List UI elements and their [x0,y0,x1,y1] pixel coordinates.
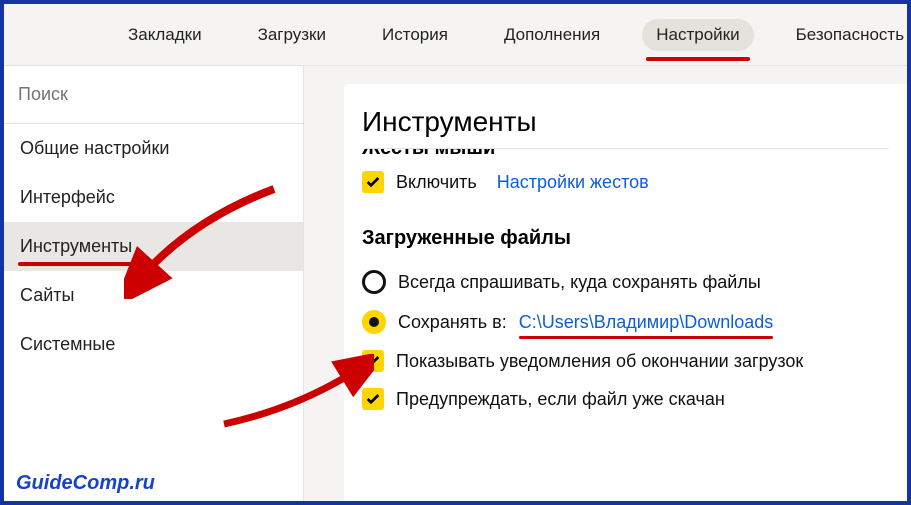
settings-sidebar: Общие настройки Интерфейс Инструменты Са… [4,66,304,501]
check-icon [365,174,381,190]
watermark: GuideComp.ru [16,472,155,495]
sidebar-item-label: Инструменты [20,236,132,256]
sidebar-item-interface[interactable]: Интерфейс [4,173,303,222]
check-icon [365,353,381,369]
radio-save-to[interactable] [362,310,386,334]
save-to-label: Сохранять в: [398,312,507,333]
warn-existing-label: Предупреждать, если файл уже скачан [396,389,725,410]
checkbox-enable-gestures[interactable] [362,171,384,193]
notify-complete-label: Показывать уведомления об окончании загр… [396,351,803,372]
sidebar-item-sites[interactable]: Сайты [4,271,303,320]
sidebar-item-tools[interactable]: Инструменты [4,222,303,271]
tab-downloads[interactable]: Загрузки [244,19,340,51]
search-input[interactable] [18,84,289,105]
gestures-settings-link[interactable]: Настройки жестов [497,172,649,193]
enable-gestures-label: Включить [396,172,477,193]
checkbox-warn-existing[interactable] [362,388,384,410]
checkbox-notify-complete[interactable] [362,350,384,372]
top-tabs: Закладки Загрузки История Дополнения Нас… [4,4,907,66]
page-title: Инструменты [362,106,889,138]
sidebar-item-label: Сайты [20,285,74,305]
settings-main: Инструменты Жесты мыши Включить Настройк… [344,84,907,501]
section-title-downloads: Загруженные файлы [362,227,889,250]
sidebar-item-general[interactable]: Общие настройки [4,124,303,173]
tab-settings[interactable]: Настройки [642,19,753,51]
check-icon [365,391,381,407]
tab-bookmarks[interactable]: Закладки [114,19,216,51]
section-title-mouse-gestures: Жесты мыши [362,149,495,160]
tab-security[interactable]: Безопасность [782,19,907,51]
sidebar-item-label: Интерфейс [20,187,115,207]
tab-history[interactable]: История [368,19,462,51]
download-path-link[interactable]: C:\Users\Владимир\Downloads [519,312,774,333]
sidebar-item-system[interactable]: Системные [4,320,303,369]
always-ask-label: Всегда спрашивать, куда сохранять файлы [398,272,761,293]
sidebar-item-label: Общие настройки [20,138,169,158]
sidebar-item-label: Системные [20,334,115,354]
radio-always-ask[interactable] [362,270,386,294]
tab-addons[interactable]: Дополнения [490,19,614,51]
